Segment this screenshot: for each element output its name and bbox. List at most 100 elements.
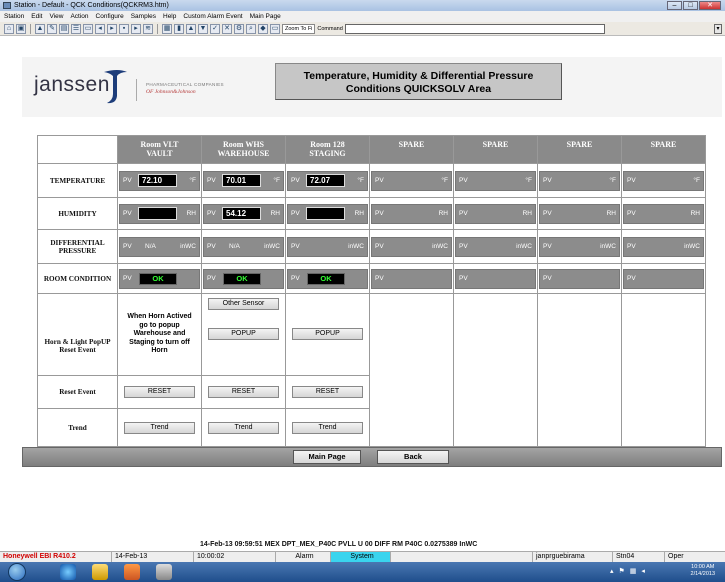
zoom-select[interactable]: Zoom To Fi xyxy=(282,23,316,34)
folder-icon[interactable] xyxy=(92,564,108,580)
tray-network-icon[interactable]: ▦ xyxy=(630,567,637,575)
screen-icon[interactable]: ▭ xyxy=(270,23,280,34)
menu-main-page[interactable]: Main Page xyxy=(250,11,281,22)
trend-button-warehouse[interactable]: Trend xyxy=(208,421,279,434)
spare-header: SPARE xyxy=(621,135,706,164)
trend-button-staging[interactable]: Trend xyxy=(292,421,363,434)
window-titlebar: Station - Default - QCK Conditions(QCKRM… xyxy=(0,0,725,11)
page-next-icon[interactable]: ▸ xyxy=(131,23,141,34)
row-label-room-condition: ROOM CONDITION xyxy=(37,263,118,294)
bars-icon[interactable]: ▮ xyxy=(174,23,184,34)
display-icon[interactable]: ▭ xyxy=(83,23,93,34)
browser-icon[interactable] xyxy=(60,564,76,580)
back-button[interactable]: Back xyxy=(377,450,449,464)
row-label-humidity: HUMIDITY xyxy=(37,197,118,230)
tray-arrow-icon[interactable]: ▴ xyxy=(610,567,614,575)
room-header-staging: Room 128 STAGING xyxy=(285,135,370,164)
minimize-button[interactable]: – xyxy=(667,1,682,10)
window-icon[interactable]: ▣ xyxy=(16,23,26,34)
status-bar: Honeywell EBI R410.2 14-Feb-13 10:00:02 … xyxy=(0,551,725,562)
staging-popup-cell: POPUP xyxy=(285,293,370,376)
dp-readout-staging: PV inWC xyxy=(287,236,368,257)
menu-action[interactable]: Action xyxy=(70,11,88,22)
tools-icon[interactable]: ⚙ xyxy=(234,23,244,34)
room-header-warehouse: Room WHS WAREHOUSE xyxy=(201,135,286,164)
command-label: Command xyxy=(317,25,343,32)
other-sensor-button[interactable]: Other Sensor xyxy=(208,298,279,310)
up-arrow-icon[interactable]: ▲ xyxy=(186,23,196,34)
chevron-down-icon[interactable]: ▾ xyxy=(714,23,722,34)
temp-readout-warehouse: PV 70.01 °F xyxy=(203,170,284,191)
trend-icon[interactable]: ≋ xyxy=(143,23,153,34)
dp-readout-spare: PV inWC xyxy=(539,236,620,257)
reset-button-warehouse[interactable]: RESET xyxy=(208,386,279,398)
navigation-bar xyxy=(22,447,722,467)
home-icon[interactable]: ⌂ xyxy=(4,23,14,34)
menu-station[interactable]: Station xyxy=(4,11,24,22)
down-arrow-icon[interactable]: ▼ xyxy=(198,23,208,34)
close-button[interactable]: ✕ xyxy=(699,1,721,10)
status-system[interactable]: System xyxy=(331,552,391,562)
menu-view[interactable]: View xyxy=(49,11,63,22)
temp-value: 72.07 xyxy=(306,174,345,187)
temp-readout-vault: PV 72.10 °F xyxy=(119,170,200,191)
media-player-icon[interactable] xyxy=(124,564,140,580)
trend-button-vault[interactable]: Trend xyxy=(124,421,195,434)
dp-readout-vault: PV N/A inWC xyxy=(119,236,200,257)
popup-button-staging[interactable]: POPUP xyxy=(292,328,363,340)
alarm-line[interactable]: 14-Feb-13 09:59:51 MEX DPT_MEX_P40C PVLL… xyxy=(200,541,477,548)
status-alarm[interactable]: Alarm xyxy=(276,552,331,562)
menu-help[interactable]: Help xyxy=(163,11,176,22)
menu-custom-alarm-event[interactable]: Custom Alarm Event xyxy=(183,11,242,22)
back-icon[interactable]: ◂ xyxy=(95,23,105,34)
humidity-readout-spare: PV RH xyxy=(539,203,620,224)
page-icon[interactable]: ▪ xyxy=(119,23,129,34)
warehouse-popup-cell: Other Sensor POPUP xyxy=(201,293,286,376)
start-button[interactable] xyxy=(8,563,26,581)
grid-icon[interactable]: ▦ xyxy=(162,23,172,34)
row-label-trend: Trend xyxy=(37,408,118,447)
popup-button-warehouse[interactable]: POPUP xyxy=(208,328,279,340)
condition-readout-staging: PV OK xyxy=(287,268,368,289)
command-input[interactable] xyxy=(344,23,605,34)
humidity-readout-vault: PV RH xyxy=(119,203,200,224)
spare-empty xyxy=(369,293,454,447)
humidity-value: 54.12 xyxy=(222,207,261,220)
maximize-button[interactable]: □ xyxy=(683,1,698,10)
alarm-icon[interactable]: ▲ xyxy=(35,23,45,34)
diamond-icon[interactable]: ◆ xyxy=(258,23,268,34)
dp-readout-spare: PV inWC xyxy=(455,236,536,257)
corner-cell xyxy=(37,135,118,164)
acknowledge-icon[interactable]: ✓ xyxy=(210,23,220,34)
dp-readout-spare: PV inWC xyxy=(371,236,452,257)
silence-icon[interactable]: ✕ xyxy=(222,23,232,34)
menu-edit[interactable]: Edit xyxy=(31,11,42,22)
station-app-icon[interactable] xyxy=(156,564,172,580)
row-label-differential-pressure: DIFFERENTIAL PRESSURE xyxy=(37,229,118,264)
menu-bar: Station Edit View Action Configure Sampl… xyxy=(0,11,725,22)
status-time: 10:00:02 xyxy=(194,552,276,562)
menu-samples[interactable]: Samples xyxy=(131,11,156,22)
horn-instructions: When Horn Actived go to popup Warehouse an… xyxy=(117,293,202,376)
status-badge: OK xyxy=(139,272,177,285)
humidity-readout-warehouse: PV 54.12 RH xyxy=(203,203,284,224)
menu-configure[interactable]: Configure xyxy=(96,11,124,22)
report-icon[interactable]: ▤ xyxy=(59,23,69,34)
main-page-button[interactable]: Main Page xyxy=(293,450,361,464)
taskbar-clock[interactable]: 10:00 AM 2/14/2013 xyxy=(691,564,715,578)
forward-icon[interactable]: ▸ xyxy=(107,23,117,34)
status-station: Stn04 xyxy=(613,552,665,562)
dp-readout-warehouse: PV N/A inWC xyxy=(203,236,284,257)
reset-button-vault[interactable]: RESET xyxy=(124,386,195,398)
reset-button-staging[interactable]: RESET xyxy=(292,386,363,398)
room-header-vault: Room VLT VAULT xyxy=(117,135,202,164)
row-label-reset-event: Reset Event xyxy=(37,375,118,409)
event-icon[interactable]: ✎ xyxy=(47,23,57,34)
janssen-logo: janssen xyxy=(34,73,110,96)
list-icon[interactable]: ☰ xyxy=(71,23,81,34)
tray-flag-icon[interactable]: ⚑ xyxy=(619,567,625,575)
tray-volume-icon[interactable]: ◂ xyxy=(641,567,645,575)
temp-readout-spare: PV °F xyxy=(623,170,704,191)
search-icon[interactable]: ⌕ xyxy=(246,23,256,34)
app-icon xyxy=(3,2,11,9)
